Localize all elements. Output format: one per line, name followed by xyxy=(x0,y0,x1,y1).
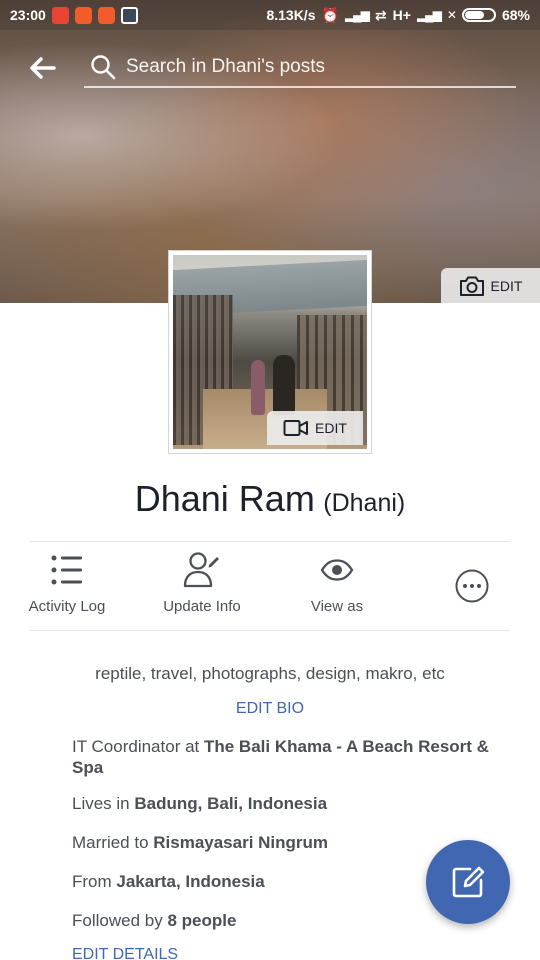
detail-from-prefix: From xyxy=(72,872,117,891)
detail-followed: Followed by 8 people xyxy=(72,910,492,931)
back-arrow-icon xyxy=(30,57,56,79)
network-speed: 8.13K/s xyxy=(266,7,316,23)
edit-details-button[interactable]: EDIT DETAILS xyxy=(72,946,178,960)
intro-details: IT Coordinator at The Bali Khama - A Bea… xyxy=(72,736,492,931)
video-camera-icon xyxy=(283,420,309,436)
detail-married-value[interactable]: Rismayasari Ningrum xyxy=(153,833,328,852)
top-bar xyxy=(0,30,540,102)
view-as-label: View as xyxy=(310,598,364,615)
gmail-icon xyxy=(51,6,69,24)
detail-married-prefix: Married to xyxy=(72,833,154,852)
detail-work: IT Coordinator at The Bali Khama - A Bea… xyxy=(72,736,492,778)
status-time: 23:00 xyxy=(10,7,46,23)
detail-work-prefix: IT Coordinator at xyxy=(72,737,204,756)
battery-fill xyxy=(464,11,484,19)
detail-lives-value[interactable]: Badung, Bali, Indonesia xyxy=(134,794,327,813)
profile-photo: EDIT xyxy=(173,255,367,449)
bio-text: reptile, travel, photographs, design, ma… xyxy=(95,664,445,683)
network-type: H+ xyxy=(392,7,411,23)
profile-alternate-name: (Dhani) xyxy=(323,489,406,517)
status-left: 23:00 xyxy=(10,6,138,24)
battery-percent: 68% xyxy=(501,7,530,23)
edit-details-label: EDIT DETAILS xyxy=(72,946,179,960)
sync-icon: ⇄ xyxy=(374,6,387,23)
profile-edit-label: EDIT xyxy=(315,420,347,436)
compose-icon xyxy=(452,866,485,898)
detail-lives-prefix: Lives in xyxy=(72,794,135,813)
view-as-button[interactable]: View as xyxy=(292,542,382,630)
status-bar: 23:00 8.13K/s ⏰ ▂▄▆ ⇄ H+ ▂▄▆ ✕ 68% xyxy=(0,0,540,30)
update-info-label: Update Info xyxy=(163,598,241,615)
search-icon xyxy=(86,50,120,84)
profile-name: Dhani Ram (Dhani) xyxy=(0,478,540,520)
compose-post-button[interactable] xyxy=(426,840,510,924)
profile-name-main: Dhani Ram xyxy=(134,478,315,519)
detail-from-value[interactable]: Jakarta, Indonesia xyxy=(116,872,264,891)
update-info-button[interactable]: Update Info xyxy=(152,542,252,630)
detail-lives: Lives in Badung, Bali, Indonesia xyxy=(72,793,492,814)
edit-bio-label: EDIT BIO xyxy=(235,700,305,717)
camera-icon xyxy=(459,276,484,296)
more-options-button[interactable] xyxy=(442,542,502,630)
edit-person-icon xyxy=(183,542,221,598)
eye-icon xyxy=(320,542,354,598)
cover-edit-button[interactable]: EDIT xyxy=(441,268,540,303)
profile-picture-edit-button[interactable]: EDIT xyxy=(267,411,363,445)
search-input[interactable] xyxy=(126,56,506,78)
back-button[interactable] xyxy=(22,48,62,88)
edit-bio-button[interactable]: EDIT BIO xyxy=(0,700,540,718)
more-icon xyxy=(454,542,490,630)
activity-log-label: Activity Log xyxy=(28,598,106,615)
app-notification-icon-2 xyxy=(97,6,115,24)
app-notification-icon xyxy=(74,6,92,24)
detail-followed-value[interactable]: 8 people xyxy=(167,911,236,930)
signal-icon-2: ▂▄▆ xyxy=(416,8,442,22)
activity-log-button[interactable]: Activity Log xyxy=(22,542,112,630)
profile-picture[interactable]: EDIT xyxy=(168,250,372,454)
bbm-icon xyxy=(120,6,138,24)
cover-edit-label: EDIT xyxy=(490,277,523,294)
search-bar[interactable] xyxy=(84,48,516,88)
signal-icon: ▂▄▆ xyxy=(344,8,370,22)
battery-icon xyxy=(461,8,496,22)
list-icon xyxy=(51,542,83,598)
status-right: 8.13K/s ⏰ ▂▄▆ ⇄ H+ ▂▄▆ ✕ 68% xyxy=(266,7,530,24)
detail-followed-prefix: Followed by xyxy=(72,911,168,930)
divider-bottom xyxy=(30,630,510,631)
profile-actions: Activity Log Update Info View as xyxy=(0,542,540,630)
photo-person xyxy=(273,355,295,415)
photo-person xyxy=(251,360,265,415)
detail-married: Married to Rismayasari Ningrum xyxy=(72,832,492,853)
no-signal-icon: ✕ xyxy=(446,8,457,22)
alarm-icon: ⏰ xyxy=(321,6,339,23)
